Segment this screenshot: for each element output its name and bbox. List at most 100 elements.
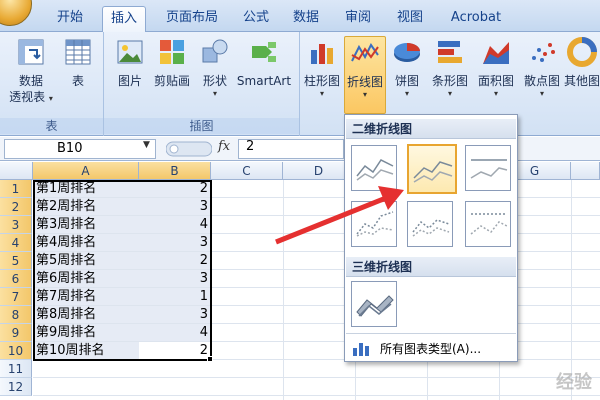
cell-b[interactable]: 1 bbox=[139, 288, 211, 306]
row-header[interactable]: 10 bbox=[0, 342, 32, 360]
cell-a[interactable]: 第2周排名 bbox=[33, 198, 139, 216]
cell-a[interactable]: 第5周排名 bbox=[33, 252, 139, 270]
column-chart-button[interactable]: 柱形图 ▾ bbox=[302, 36, 342, 98]
picture-icon bbox=[117, 40, 143, 64]
cell-a[interactable]: 第7周排名 bbox=[33, 288, 139, 306]
column-chart-label: 柱形图 bbox=[303, 74, 340, 88]
clipart-label: 剪贴画 bbox=[153, 74, 190, 88]
fx-icon[interactable]: fx bbox=[218, 139, 230, 154]
pie-chart-button[interactable]: 饼图 ▾ bbox=[390, 36, 424, 98]
tab-insert[interactable]: 插入 bbox=[102, 6, 146, 32]
percent-stacked-line-option[interactable] bbox=[465, 145, 511, 191]
cell-b[interactable]: 2 bbox=[139, 180, 211, 198]
chevron-down-icon: ▾ bbox=[493, 89, 498, 98]
row-header[interactable]: 11 bbox=[0, 360, 32, 378]
cell-b[interactable]: 3 bbox=[139, 306, 211, 324]
table-button[interactable]: 表 bbox=[60, 36, 96, 89]
section-2d-line: 二维折线图 bbox=[346, 119, 516, 139]
clipart-icon bbox=[160, 40, 184, 64]
section-3d-line: 三维折线图 bbox=[346, 257, 516, 277]
cell-a[interactable]: 第8周排名 bbox=[33, 306, 139, 324]
column-header-a[interactable]: A bbox=[33, 162, 139, 180]
smartart-label: SmartArt bbox=[236, 74, 292, 88]
column-header-b[interactable]: B bbox=[139, 162, 211, 180]
3d-line-option[interactable] bbox=[351, 281, 397, 327]
row-header[interactable]: 9 bbox=[0, 324, 32, 342]
scatter-chart-icon bbox=[532, 43, 555, 62]
watermark: 经验 bbox=[556, 372, 592, 393]
cell-b[interactable]: 3 bbox=[139, 234, 211, 252]
cell-b[interactable]: 4 bbox=[139, 324, 211, 342]
line-chart-button[interactable]: 折线图 ▾ bbox=[344, 36, 386, 114]
cell-a[interactable]: 第3周排名 bbox=[33, 216, 139, 234]
row-header[interactable]: 3 bbox=[0, 216, 32, 234]
row-header[interactable]: 12 bbox=[0, 378, 32, 396]
chevron-down-icon[interactable]: ▼ bbox=[143, 140, 150, 150]
cell-b[interactable]: 2 bbox=[139, 252, 211, 270]
bar-chart-button[interactable]: 条形图 ▾ bbox=[428, 36, 472, 98]
table-label: 表 bbox=[71, 74, 84, 88]
tab-acrobat[interactable]: Acrobat bbox=[444, 6, 508, 32]
row-header[interactable]: 7 bbox=[0, 288, 32, 306]
pie-chart-icon bbox=[394, 43, 420, 62]
row-header[interactable]: 4 bbox=[0, 234, 32, 252]
table-group-label: 表 bbox=[0, 118, 103, 134]
cell-b[interactable]: 3 bbox=[139, 270, 211, 288]
column-header-c[interactable]: C bbox=[211, 162, 283, 180]
cell-a[interactable]: 第10周排名 bbox=[33, 342, 139, 360]
row-header[interactable]: 5 bbox=[0, 252, 32, 270]
row-gridline bbox=[33, 377, 600, 378]
name-box[interactable]: B10 bbox=[4, 139, 156, 159]
all-chart-types-item[interactable]: 所有图表类型(A)... bbox=[346, 333, 516, 361]
office-button[interactable] bbox=[0, 0, 32, 26]
scatter-chart-button[interactable]: 散点图 ▾ bbox=[520, 36, 564, 98]
cell-b[interactable]: 3 bbox=[139, 198, 211, 216]
percent-markers-thumbnail-icon bbox=[470, 213, 508, 235]
other-charts-button[interactable]: 其他图表 bbox=[564, 36, 600, 89]
row-gridline bbox=[33, 395, 600, 396]
area-chart-button[interactable]: 面积图 ▾ bbox=[474, 36, 518, 98]
select-all-corner[interactable] bbox=[0, 162, 33, 180]
cell-b[interactable]: 2 bbox=[139, 342, 211, 360]
line-chart-dropdown: 二维折线图 三维折线图 所有图表类型(A)... bbox=[344, 114, 518, 362]
bar-chart-label: 条形图 bbox=[431, 74, 468, 88]
tab-formulas[interactable]: 公式 bbox=[234, 6, 278, 32]
picture-button[interactable]: 图片 bbox=[112, 36, 148, 89]
line-markers-thumbnail-icon bbox=[356, 211, 394, 237]
stacked-line-markers-option[interactable] bbox=[407, 201, 453, 247]
row-header[interactable]: 6 bbox=[0, 270, 32, 288]
cell-b[interactable]: 4 bbox=[139, 216, 211, 234]
line-chart-option[interactable] bbox=[351, 145, 397, 191]
row-header[interactable]: 1 bbox=[0, 180, 32, 198]
line-chart-icon bbox=[351, 43, 379, 62]
all-chart-types-label: 所有图表类型(A)... bbox=[380, 342, 482, 356]
cell-a[interactable]: 第1周排名 bbox=[33, 180, 139, 198]
3d-line-thumbnail-icon bbox=[356, 295, 394, 317]
line-markers-option[interactable] bbox=[351, 201, 397, 247]
clipart-button[interactable]: 剪贴画 bbox=[150, 36, 194, 89]
chevron-down-icon: ▾ bbox=[362, 90, 367, 99]
tab-view[interactable]: 视图 bbox=[388, 6, 432, 32]
stacked-line-chart-option[interactable] bbox=[407, 144, 457, 194]
smartart-button[interactable]: SmartArt bbox=[234, 36, 294, 89]
fill-handle[interactable] bbox=[207, 356, 213, 362]
table-group: 数据 透视表 ▾ 表 表 bbox=[0, 32, 104, 136]
pivot-table-button[interactable]: 数据 透视表 ▾ bbox=[6, 36, 56, 107]
cell-a[interactable]: 第6周排名 bbox=[33, 270, 139, 288]
column-header-h[interactable] bbox=[571, 162, 600, 180]
tab-home[interactable]: 开始 bbox=[44, 6, 96, 32]
row-header[interactable]: 8 bbox=[0, 306, 32, 324]
row-header[interactable]: 2 bbox=[0, 198, 32, 216]
formula-bar-expander[interactable] bbox=[166, 141, 212, 157]
shapes-button[interactable]: 形状 ▾ bbox=[198, 36, 232, 98]
tab-page-layout[interactable]: 页面布局 bbox=[156, 6, 228, 32]
cell-a[interactable]: 第4周排名 bbox=[33, 234, 139, 252]
pivot-table-label-1: 数据 bbox=[18, 74, 43, 88]
tab-data[interactable]: 数据 bbox=[284, 6, 328, 32]
line-chart-label: 折线图 bbox=[346, 75, 383, 89]
cell-a[interactable]: 第9周排名 bbox=[33, 324, 139, 342]
tab-review[interactable]: 审阅 bbox=[336, 6, 380, 32]
pivot-table-label-2: 透视表 bbox=[9, 90, 46, 104]
percent-line-markers-option[interactable] bbox=[465, 201, 511, 247]
chevron-down-icon: ▾ bbox=[404, 89, 409, 98]
